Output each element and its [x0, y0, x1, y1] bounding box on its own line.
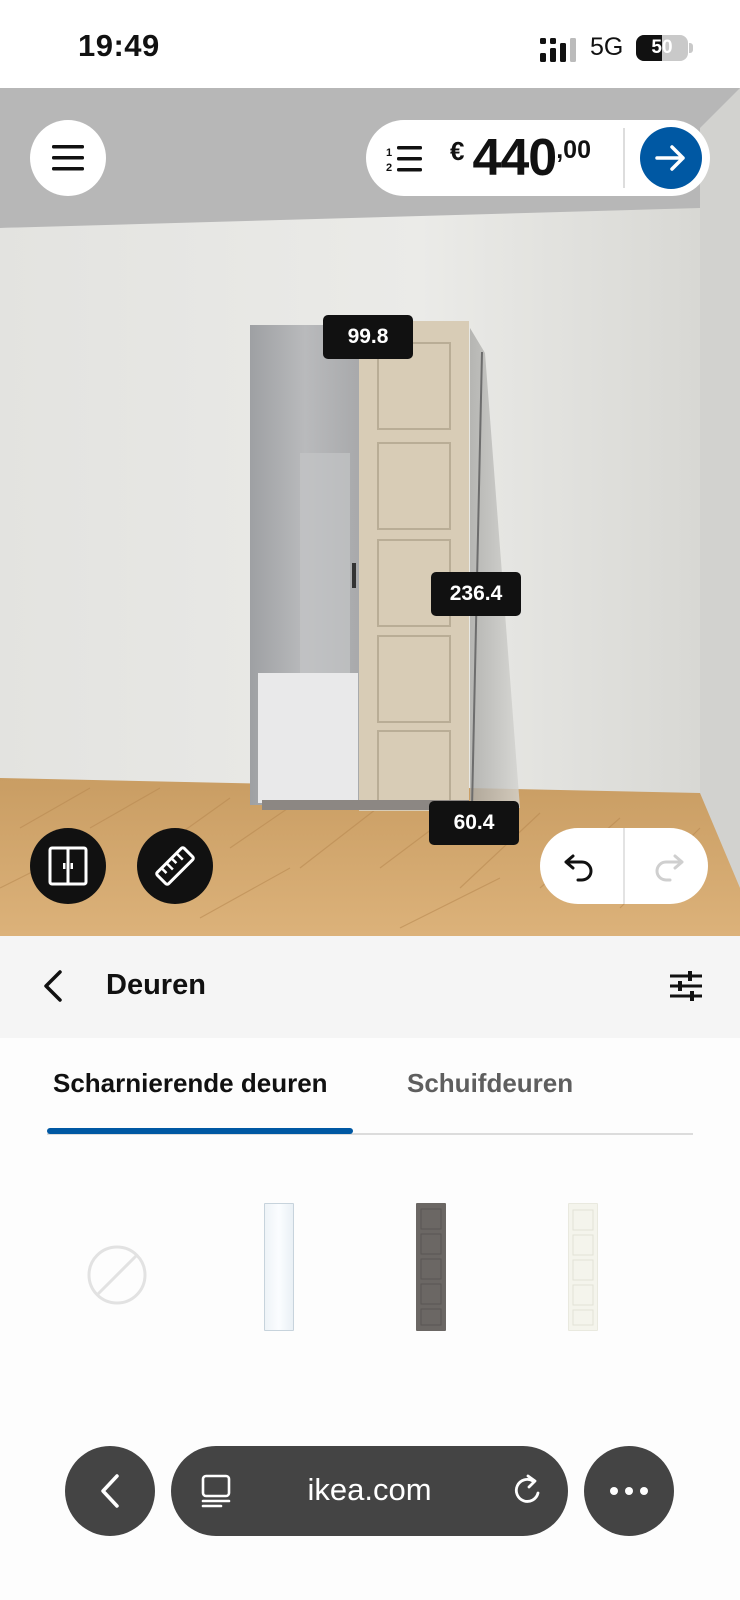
cellular-signal-icon — [540, 38, 576, 62]
svg-text:2: 2 — [386, 162, 392, 174]
browser-back-button[interactable] — [65, 1446, 155, 1536]
room-3d-view[interactable]: 1 2 € 440 ,00 99.8 236.4 60.4 — [0, 88, 740, 936]
room-render — [0, 88, 740, 936]
panel-title: Deuren — [106, 969, 206, 1001]
wardrobe-doors-icon — [48, 846, 88, 886]
chevron-left-icon — [101, 1474, 119, 1508]
hamburger-icon — [52, 145, 84, 171]
tab-hinged-doors[interactable]: Scharnierende deuren — [53, 1068, 328, 1099]
total-price: € 440 ,00 — [450, 128, 591, 188]
chevron-left-icon[interactable] — [38, 966, 68, 1006]
price-currency: € — [450, 136, 465, 166]
panel-lines — [420, 1208, 442, 1326]
undo-divider — [623, 828, 625, 904]
menu-button[interactable] — [30, 120, 106, 196]
undo-redo-pill — [540, 828, 708, 904]
toggle-doors-button[interactable] — [30, 828, 106, 904]
door-option-mirror[interactable] — [264, 1203, 294, 1331]
door-option-white[interactable] — [568, 1203, 598, 1331]
reload-icon[interactable] — [511, 1473, 545, 1509]
panel-header: Deuren — [0, 936, 740, 1038]
undo-icon[interactable] — [562, 848, 602, 884]
tab-sliding-doors[interactable]: Schuifdeuren — [407, 1068, 573, 1099]
tab-active-indicator — [47, 1128, 353, 1134]
door-option-dark-gray[interactable] — [416, 1203, 446, 1331]
numbered-list-icon: 1 2 — [386, 146, 422, 174]
height-dimension-label[interactable]: 236.4 — [431, 572, 521, 616]
pill-divider — [623, 128, 625, 188]
ruler-icon — [155, 846, 195, 886]
toggle-measurements-button[interactable] — [137, 828, 213, 904]
svg-text:1: 1 — [386, 147, 392, 159]
width-dimension-label[interactable]: 99.8 — [323, 315, 413, 359]
battery-level: 50 — [651, 37, 673, 58]
depth-dimension-label[interactable]: 60.4 — [429, 801, 519, 845]
url-text: ikea.com — [307, 1472, 432, 1507]
arrow-right-icon — [655, 145, 685, 171]
panel-lines — [572, 1209, 594, 1326]
status-bar: 19:49 5G 50 — [0, 0, 740, 88]
battery-cap — [689, 43, 693, 53]
network-type: 5G — [590, 33, 624, 61]
status-time: 19:49 — [78, 28, 160, 63]
price-amount: 440 — [472, 129, 557, 187]
price-cents: ,00 — [556, 136, 591, 164]
battery-icon: 50 — [636, 35, 688, 61]
continue-button[interactable] — [640, 127, 702, 189]
filter-sliders-icon[interactable] — [668, 968, 704, 1004]
browser-more-button[interactable] — [584, 1446, 674, 1536]
price-summary-pill[interactable]: 1 2 € 440 ,00 — [366, 120, 710, 196]
redo-icon[interactable] — [646, 848, 686, 884]
address-bar[interactable]: ikea.com — [171, 1446, 568, 1536]
no-door-option[interactable] — [86, 1244, 148, 1306]
more-dots-icon — [610, 1487, 648, 1495]
